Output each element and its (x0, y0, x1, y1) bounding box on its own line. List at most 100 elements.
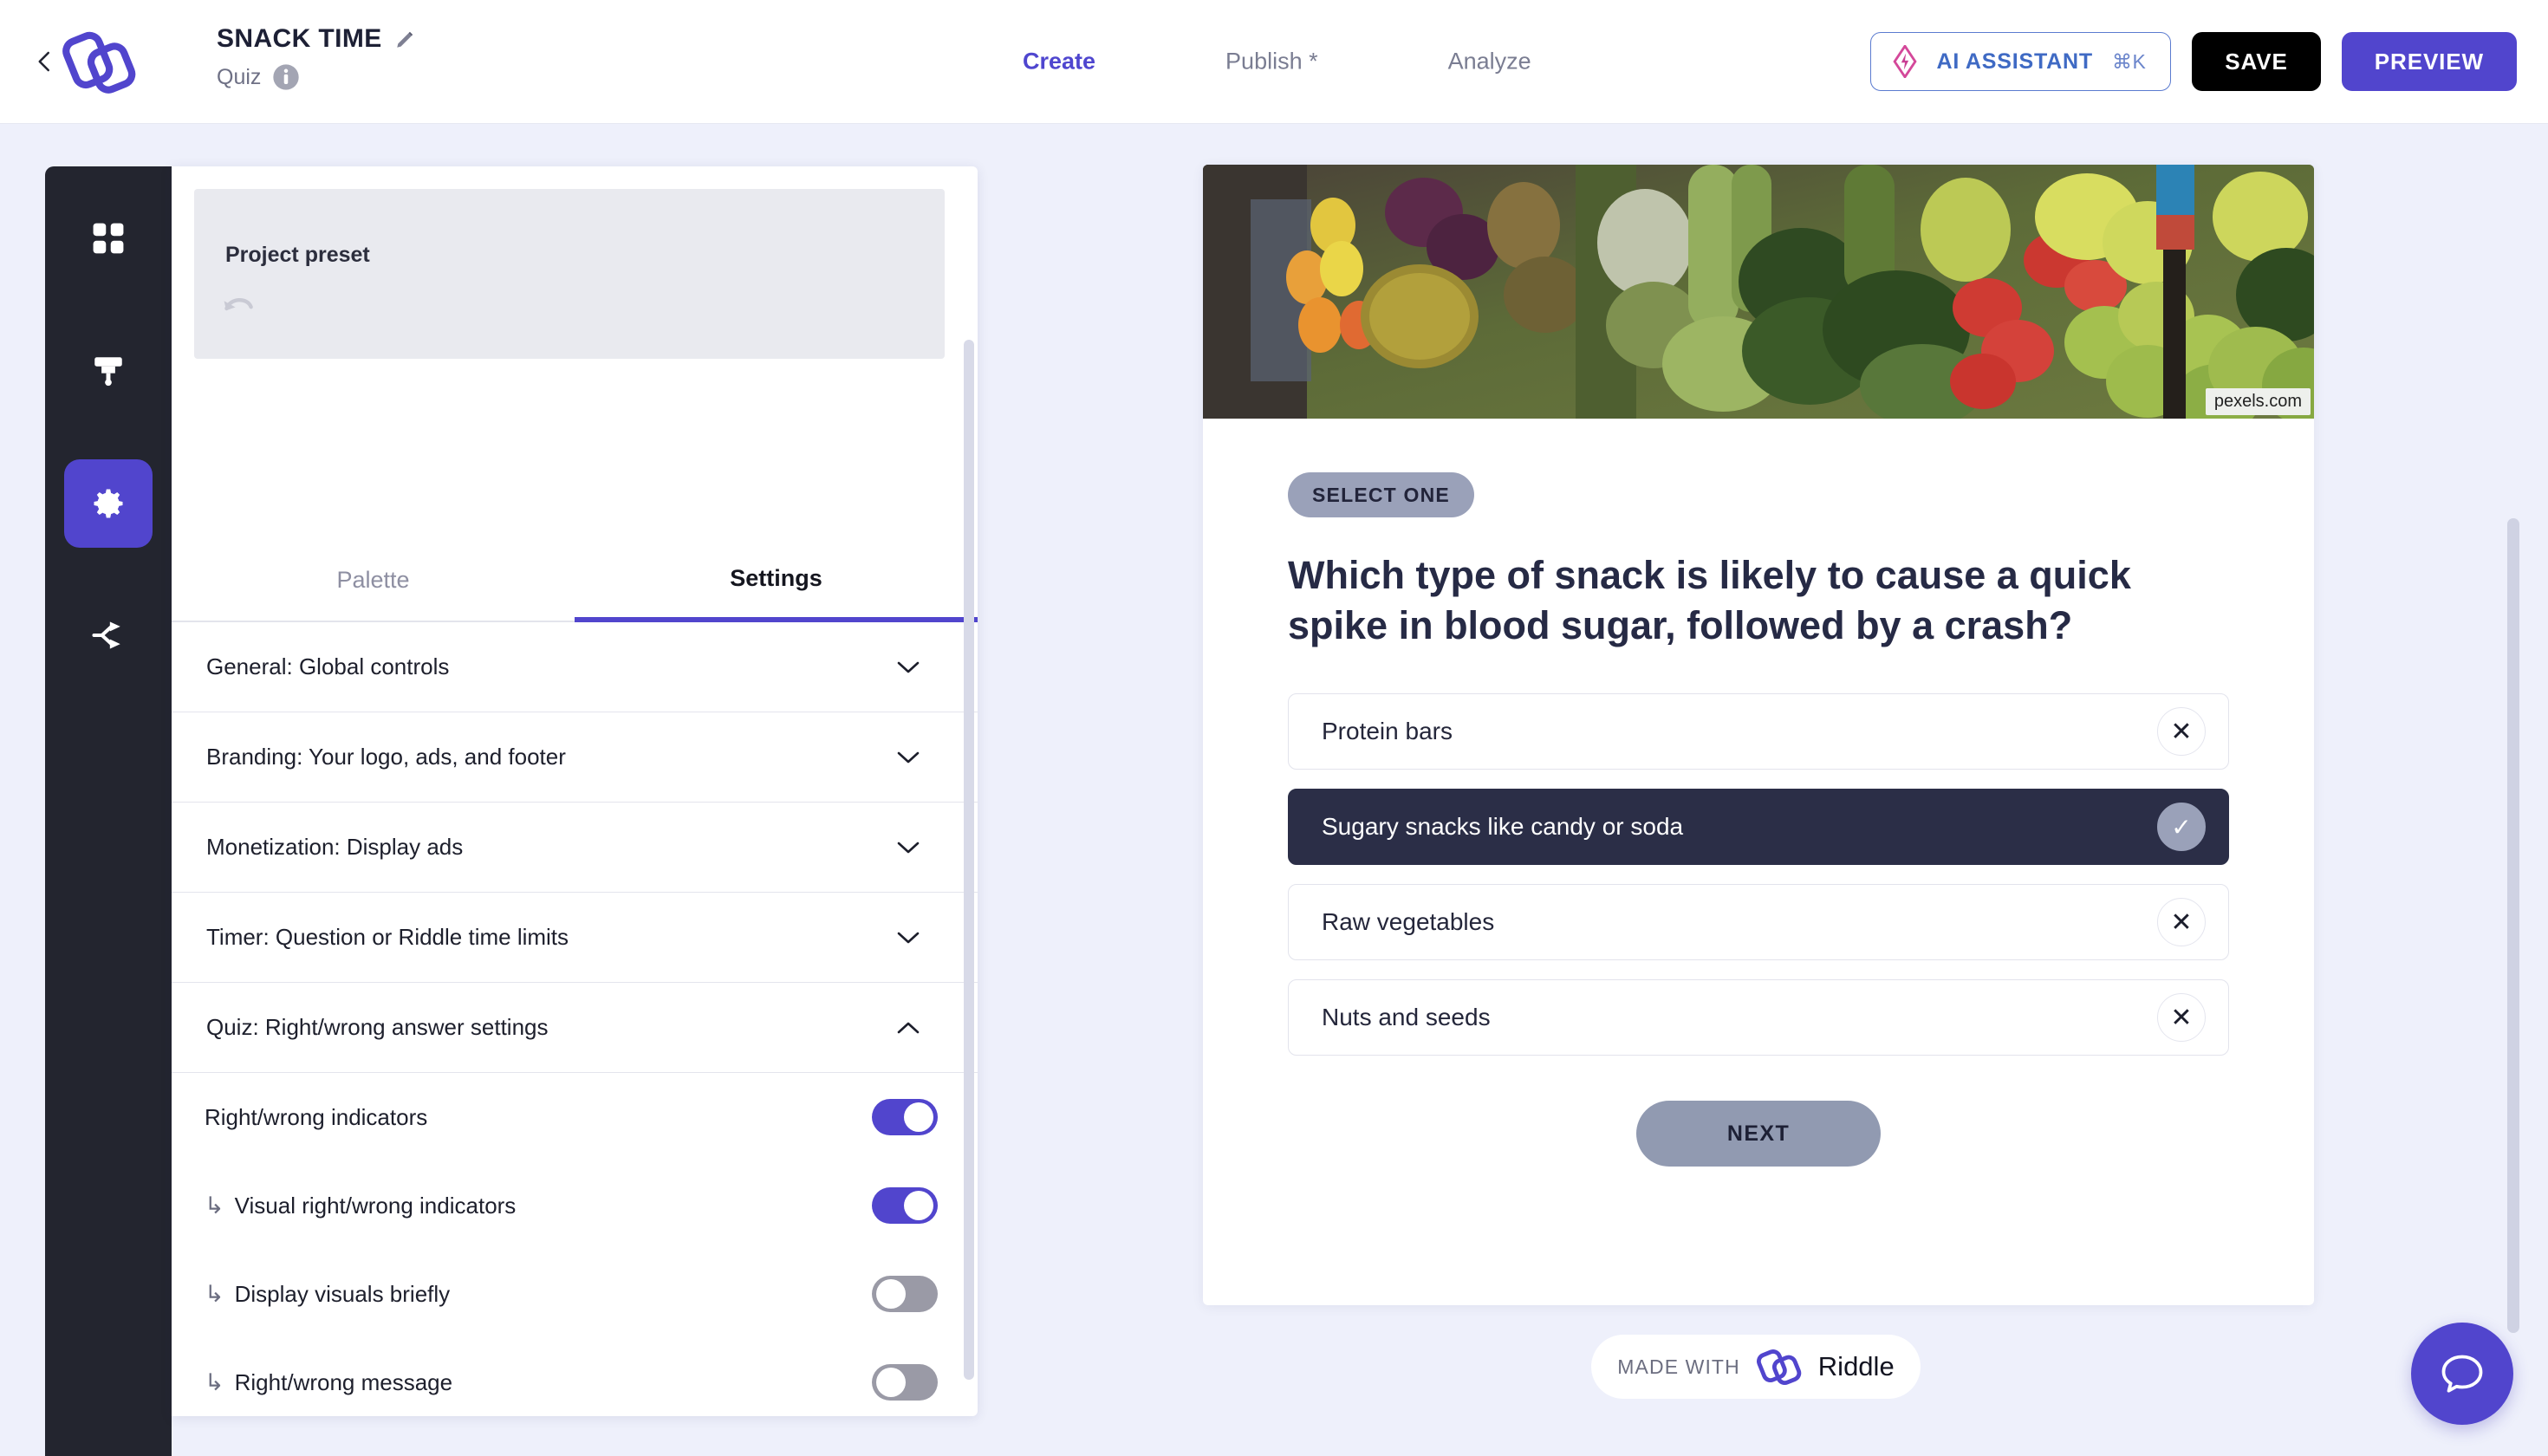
tab-palette[interactable]: Palette (172, 539, 575, 622)
page-scrollbar[interactable] (2507, 518, 2519, 1333)
chevron-left-icon (38, 51, 49, 72)
ai-assistant-shortcut: ⌘K (2111, 49, 2147, 73)
preview-button[interactable]: PREVIEW (2341, 32, 2517, 91)
toggle-right-wrong-message[interactable] (872, 1364, 938, 1401)
tab-publish[interactable]: Publish * (1225, 49, 1318, 75)
next-button-row: NEXT (1288, 1101, 2229, 1167)
project-type-label: Quiz (217, 64, 262, 89)
nested-arrow-icon: ↳ (205, 1280, 224, 1307)
setting-right-wrong-indicators: Right/wrong indicators (172, 1073, 978, 1161)
chat-bubble-icon (2441, 1355, 2483, 1393)
toggle-visual-right-wrong-indicators[interactable] (872, 1187, 938, 1224)
setting-display-visuals-briefly: ↳ Display visuals briefly (172, 1250, 978, 1338)
toggle-knob (876, 1279, 906, 1309)
project-meta: SNACK TIME Quiz (217, 24, 417, 91)
answer-option[interactable]: Raw vegetables ✕ (1288, 884, 2229, 961)
toggle-knob (876, 1368, 906, 1397)
rail-item-design[interactable] (64, 327, 153, 415)
wrong-mark-icon[interactable]: ✕ (2157, 707, 2206, 757)
ai-assistant-label: AI ASSISTANT (1936, 49, 2093, 74)
header-actions: AI ASSISTANT ⌘K SAVE PREVIEW (1869, 32, 2517, 91)
answer-options-list: Protein bars ✕ Sugary snacks like candy … (1288, 693, 2229, 1056)
accordion-general[interactable]: General: Global controls (172, 622, 978, 712)
rail-item-blocks[interactable] (64, 194, 153, 283)
setting-label: ↳ Display visuals briefly (205, 1281, 450, 1308)
quiz-header-image: pexels.com (1203, 165, 2314, 419)
toggle-knob (904, 1191, 933, 1220)
blocks-grid-icon (93, 223, 124, 254)
settings-tab-bar: Palette Settings (172, 539, 978, 622)
quiz-preview-card: pexels.com SELECT ONE Which type of snac… (1203, 165, 2314, 1305)
toggle-knob (904, 1102, 933, 1132)
setting-visual-right-wrong-indicators: ↳ Visual right/wrong indicators (172, 1161, 978, 1250)
answer-label: Sugary snacks like candy or soda (1322, 813, 1684, 841)
accordion-quiz[interactable]: Quiz: Right/wrong answer settings (172, 983, 978, 1073)
chat-support-button[interactable] (2411, 1323, 2513, 1425)
save-button[interactable]: SAVE (2192, 32, 2321, 91)
quiz-settings-group: Right/wrong indicators ↳ Visual right/wro… (172, 1073, 978, 1416)
answer-option[interactable]: Nuts and seeds ✕ (1288, 979, 2229, 1056)
correct-check-icon[interactable]: ✓ (2157, 803, 2206, 852)
tab-create[interactable]: Create (1023, 49, 1095, 75)
setting-text: Display visuals briefly (234, 1280, 451, 1307)
chevron-down-icon (897, 661, 920, 673)
answer-option[interactable]: Protein bars ✕ (1288, 693, 2229, 770)
main-nav-tabs: Create Publish * Analyze (1023, 49, 1531, 75)
settings-accordion-list: General: Global controls Branding: Your … (172, 622, 978, 1416)
app-header: SNACK TIME Quiz Create Publish * Analyze (0, 0, 2548, 124)
answer-label: Protein bars (1322, 718, 1453, 745)
accordion-label: Timer: Question or Riddle time limits (206, 924, 569, 950)
tab-analyze[interactable]: Analyze (1448, 49, 1531, 75)
wrong-mark-icon[interactable]: ✕ (2157, 898, 2206, 947)
undo-arrow-icon[interactable] (220, 291, 258, 326)
image-credit-label: pexels.com (2205, 388, 2311, 415)
rail-item-share[interactable] (64, 591, 153, 679)
setting-text: Visual right/wrong indicators (234, 1192, 517, 1219)
pencil-icon[interactable] (394, 28, 417, 50)
chevron-down-icon (897, 751, 920, 763)
back-button[interactable] (29, 46, 61, 77)
info-icon[interactable] (272, 63, 300, 91)
accordion-label: Monetization: Display ads (206, 834, 464, 860)
select-one-badge: SELECT ONE (1288, 472, 1474, 517)
settings-panel: Project preset Palette Settings General:… (172, 166, 978, 1416)
riddle-brand-label: Riddle (1817, 1351, 1895, 1381)
nested-arrow-icon: ↳ (205, 1192, 224, 1219)
setting-right-wrong-message: ↳ Right/wrong message (172, 1338, 978, 1416)
toggle-display-visuals-briefly[interactable] (872, 1276, 938, 1312)
made-with-label: MADE WITH (1617, 1355, 1740, 1378)
tab-settings[interactable]: Settings (575, 539, 978, 622)
accordion-monetization[interactable]: Monetization: Display ads (172, 803, 978, 893)
accordion-branding[interactable]: Branding: Your logo, ads, and footer (172, 712, 978, 803)
riddle-logo-icon (1756, 1349, 1802, 1386)
accordion-label: Branding: Your logo, ads, and footer (206, 744, 566, 770)
chevron-down-icon (897, 842, 920, 853)
ai-assistant-button[interactable]: AI ASSISTANT ⌘K (1869, 32, 2172, 91)
made-with-riddle-badge[interactable]: MADE WITH Riddle (1591, 1335, 1921, 1399)
setting-text: Right/wrong message (234, 1368, 453, 1395)
chevron-down-icon (897, 932, 920, 943)
gear-icon (94, 489, 123, 518)
rail-item-settings[interactable] (64, 459, 153, 548)
answer-option-selected[interactable]: Sugary snacks like candy or soda ✓ (1288, 789, 2229, 866)
project-preset-label: Project preset (225, 243, 370, 267)
accordion-timer[interactable]: Timer: Question or Riddle time limits (172, 893, 978, 983)
chevron-up-icon (897, 1022, 920, 1033)
wrong-mark-icon[interactable]: ✕ (2157, 993, 2206, 1043)
riddle-logo-icon[interactable] (59, 28, 139, 101)
accordion-label: General: Global controls (206, 653, 450, 679)
market-produce-photo (1203, 165, 2314, 419)
left-tool-rail (45, 166, 172, 1456)
toggle-right-wrong-indicators[interactable] (872, 1099, 938, 1135)
answer-label: Nuts and seeds (1322, 1004, 1491, 1031)
setting-label: ↳ Visual right/wrong indicators (205, 1193, 516, 1219)
page-title: SNACK TIME (217, 24, 382, 53)
settings-panel-scrollbar[interactable] (964, 340, 974, 1380)
project-preset-box[interactable]: Project preset (194, 189, 945, 359)
next-button[interactable]: NEXT (1636, 1101, 1881, 1167)
paint-brush-icon (94, 357, 122, 387)
nested-arrow-icon: ↳ (205, 1368, 224, 1395)
answer-label: Raw vegetables (1322, 908, 1495, 936)
setting-label: Right/wrong indicators (205, 1103, 428, 1130)
accordion-label: Quiz: Right/wrong answer settings (206, 1014, 549, 1040)
